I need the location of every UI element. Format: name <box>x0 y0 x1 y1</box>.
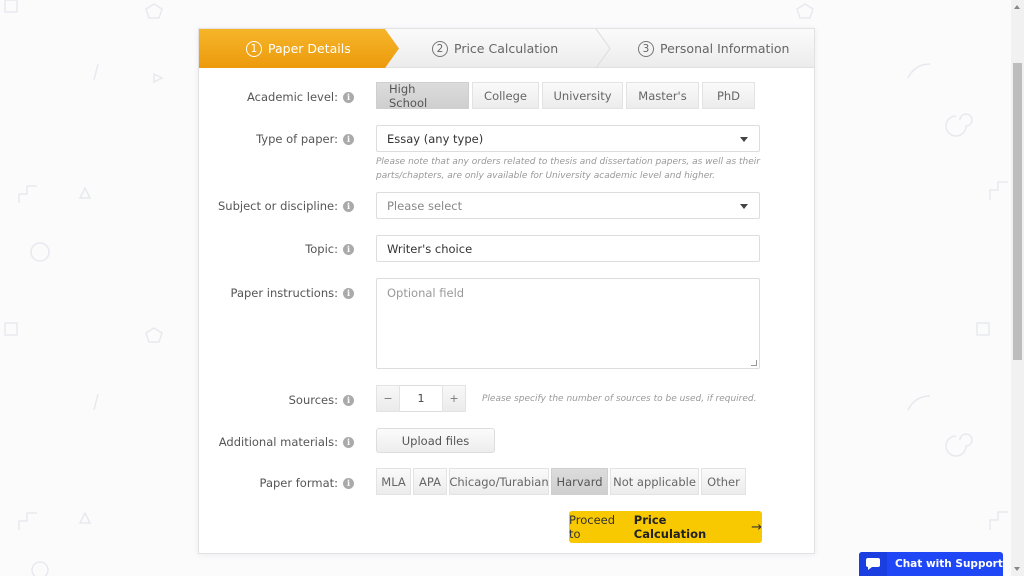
label-text: Paper instructions: <box>230 286 338 300</box>
label-text: Paper format: <box>259 476 338 490</box>
chat-bubble-icon <box>859 552 887 576</box>
topic-label: Topic: i <box>305 242 354 256</box>
proceed-prefix: Proceed to <box>569 513 616 541</box>
order-form-card: 1 Paper Details 2 Price Calculation 3 Pe… <box>198 28 815 554</box>
scroll-up-icon[interactable] <box>1014 5 1020 9</box>
info-icon[interactable]: i <box>343 287 354 299</box>
info-icon[interactable]: i <box>343 200 354 212</box>
increment-button[interactable]: + <box>442 385 466 412</box>
format-mla[interactable]: MLA <box>376 468 411 495</box>
type-of-paper-group: Essay (any type) Please note that any or… <box>376 125 760 183</box>
academic-level-label: Academic level: i <box>247 90 354 104</box>
sources-input[interactable]: 1 <box>400 385 442 412</box>
academic-level-university[interactable]: University <box>542 82 623 109</box>
info-icon[interactable]: i <box>343 133 354 145</box>
scroll-down-icon[interactable] <box>1014 567 1020 571</box>
topic-row: Topic: i Writer's choice <box>199 235 814 262</box>
format-not-applicable[interactable]: Not applicable <box>610 468 699 495</box>
proceed-button[interactable]: Proceed to Price Calculation → <box>569 511 762 543</box>
upload-files-button[interactable]: Upload files <box>376 428 495 453</box>
subject-label: Subject or discipline: i <box>218 199 354 213</box>
academic-level-phd[interactable]: PhD <box>702 82 755 109</box>
instructions-textarea[interactable]: Optional field <box>376 278 760 369</box>
academic-level-row: Academic level: i High School College Un… <box>199 82 814 110</box>
step-label: Personal Information <box>660 41 790 56</box>
subject-placeholder: Please select <box>387 198 463 213</box>
subject-select[interactable]: Please select <box>376 192 760 219</box>
step-number-3: 3 <box>638 40 654 57</box>
type-of-paper-note: Please note that any orders related to t… <box>376 157 760 181</box>
sources-hint: Please specify the number of sources to … <box>482 393 757 404</box>
instructions-row: Paper instructions: i Optional field <box>199 278 814 369</box>
step-personal-information[interactable]: 3 Personal Information <box>638 29 789 68</box>
subject-row: Subject or discipline: i Please select <box>199 192 814 219</box>
format-apa[interactable]: APA <box>413 468 447 495</box>
info-icon[interactable]: i <box>343 91 354 103</box>
academic-level-college[interactable]: College <box>472 82 539 109</box>
type-of-paper-label: Type of paper: i <box>256 132 354 146</box>
format-chicago-turabian[interactable]: Chicago/Turabian <box>449 468 549 495</box>
step-price-calculation[interactable]: 2 Price Calculation <box>432 29 558 68</box>
type-of-paper-select[interactable]: Essay (any type) <box>376 125 760 152</box>
type-of-paper-value: Essay (any type) <box>387 131 484 146</box>
chat-with-support-button[interactable]: Chat with Support <box>859 552 1003 576</box>
arrow-right-icon: → <box>751 519 762 535</box>
step-label: Paper Details <box>268 41 351 56</box>
label-text: Additional materials: <box>218 435 338 449</box>
info-icon[interactable]: i <box>343 394 354 406</box>
label-text: Sources: <box>288 393 338 407</box>
step-number-1: 1 <box>246 40 262 57</box>
resize-handle-icon[interactable] <box>751 360 757 366</box>
proceed-target: Price Calculation <box>633 513 707 541</box>
step-paper-details[interactable]: 1 Paper Details <box>199 29 399 68</box>
topic-value: Writer's choice <box>387 241 473 256</box>
instructions-placeholder: Optional field <box>387 286 465 300</box>
label-text: Topic: <box>305 242 338 256</box>
academic-level-masters[interactable]: Master's <box>626 82 699 109</box>
sources-stepper: − 1 + Please specify the number of sourc… <box>376 385 756 412</box>
format-harvard[interactable]: Harvard <box>551 468 608 495</box>
step-label: Price Calculation <box>454 41 559 56</box>
additional-materials-label: Additional materials: i <box>219 435 354 449</box>
instructions-label: Paper instructions: i <box>231 286 354 300</box>
topic-input[interactable]: Writer's choice <box>376 235 760 262</box>
decrement-button[interactable]: − <box>376 385 400 412</box>
paper-format-label: Paper format: i <box>260 476 354 490</box>
academic-level-selector: High School College University Master's … <box>376 82 755 110</box>
info-icon[interactable]: i <box>343 477 354 489</box>
label-text: Type of paper: <box>256 132 338 146</box>
caret-down-icon <box>740 137 748 142</box>
label-text: Subject or discipline: <box>218 199 338 213</box>
academic-level-high-school[interactable]: High School <box>376 82 469 110</box>
label-text: Academic level: <box>246 90 338 104</box>
page-scrollbar[interactable] <box>1011 0 1024 576</box>
scrollbar-thumb[interactable] <box>1013 63 1022 360</box>
step-separator-icon <box>595 29 611 68</box>
paper-format-selector: MLA APA Chicago/Turabian Harvard Not app… <box>376 468 746 495</box>
format-other[interactable]: Other <box>701 468 746 495</box>
step-number-2: 2 <box>432 40 448 57</box>
sources-label: Sources: i <box>289 393 354 407</box>
info-icon[interactable]: i <box>343 436 354 448</box>
chat-label: Chat with Support <box>895 558 1003 570</box>
progress-steps: 1 Paper Details 2 Price Calculation 3 Pe… <box>199 29 814 68</box>
info-icon[interactable]: i <box>343 243 354 255</box>
caret-down-icon <box>740 204 748 209</box>
